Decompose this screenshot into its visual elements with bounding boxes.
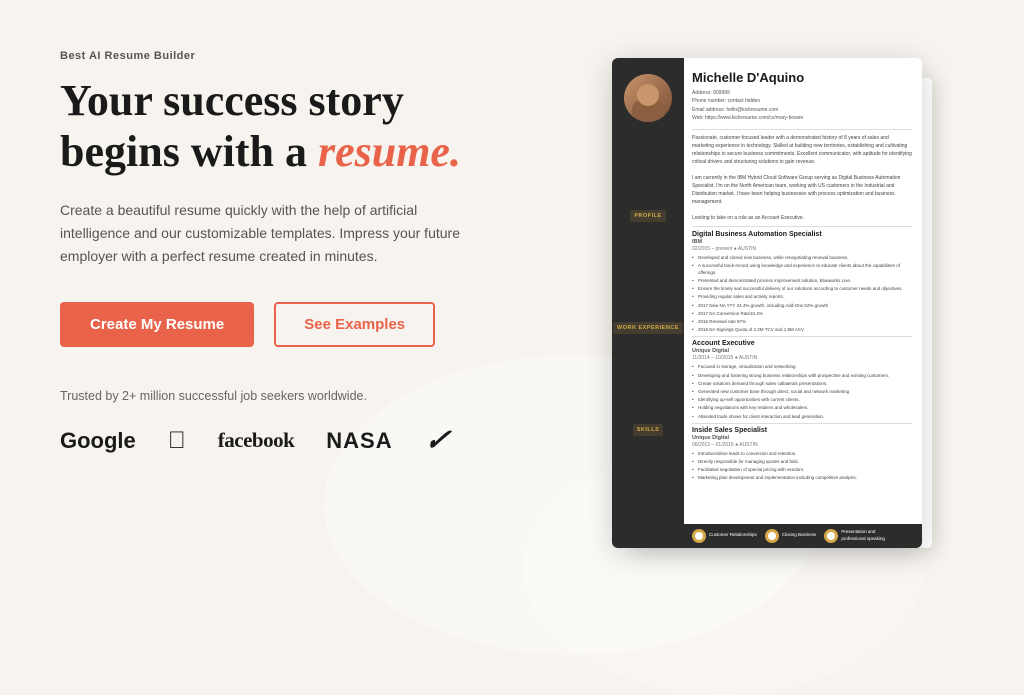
job-2: Account Executive Unique Digital 11/2014…	[692, 340, 912, 419]
profile-section-text: Passionate, customer-focused leader with…	[692, 134, 912, 222]
job-1-bullet-4: Ensure the timely and successful deliver…	[692, 285, 912, 292]
job-2-bullet-6: Holding negotiations with key retailers …	[692, 404, 912, 411]
resume-address: Address: 909999	[692, 89, 912, 98]
social-proof-text: Trusted by 2+ million successful job see…	[60, 389, 490, 403]
resume-wrapper: PROFILE WORK EXPERIENCE SKILLS Michelle …	[612, 58, 952, 568]
job-3-bullet-1: Introduce/drive leads to conversion and …	[692, 450, 912, 457]
apple-logo: 	[168, 427, 186, 455]
resume-preview-area: PROFILE WORK EXPERIENCE SKILLS Michelle …	[540, 0, 1024, 595]
resume-email: Email address: hello@kickresume.com	[692, 106, 912, 115]
job-1-bullet-6: 2017 New NA YTY 24.4% growth, including …	[692, 302, 912, 309]
resume-contact: Address: 909999 Phone number: contact hi…	[692, 89, 912, 123]
job-2-bullet-2: Developing and fostering strong business…	[692, 372, 912, 379]
resume-card: PROFILE WORK EXPERIENCE SKILLS Michelle …	[612, 58, 922, 548]
skills-bar: Customer Relationships Closing Business	[684, 524, 922, 548]
description: Create a beautiful resume quickly with t…	[60, 199, 480, 268]
skills-label: SKILLS	[633, 424, 664, 436]
job-1-bullet-7: 2017 NA Conversion Rate10.4%	[692, 310, 912, 317]
skill-3-icon-inner	[827, 532, 835, 540]
job-2-bullet-4: Generated new customer base through dire…	[692, 388, 912, 395]
left-panel: Best AI Resume Builder Your success stor…	[0, 0, 540, 595]
skill-1-icon	[692, 529, 706, 543]
job-2-bullet-1: Focused in storage, virtualization and n…	[692, 363, 912, 370]
job-1-bullet-9: 2016 NA Signings Quota of 2.2M TCV and 1…	[692, 326, 912, 333]
resume-name: Michelle D'Aquino	[692, 70, 912, 85]
skill-3-icon	[824, 529, 838, 543]
job-3-bullet-4: Marketing plan development and implement…	[692, 474, 912, 481]
cta-buttons: Create My Resume See Examples	[60, 302, 490, 347]
job-2-dates: 11/2014 – 10/2015 ● AUSTIN	[692, 355, 912, 361]
google-logo: Google	[60, 428, 136, 454]
job-1-bullet-5: Providing regular sales and activity rep…	[692, 293, 912, 300]
profile-label: PROFILE	[630, 210, 665, 222]
profile-p3: Looking to take on a role as an Account …	[692, 215, 804, 221]
job-2-bullet-7: Attended trade shows for client interact…	[692, 413, 912, 420]
job-2-company: Unique Digital	[692, 348, 912, 354]
resume-web: Web: https://www.kickresume.com/cv/mary-…	[692, 114, 912, 123]
job-3-company: Unique Digital	[692, 435, 912, 441]
divider-3	[692, 336, 912, 337]
headline-line2: begins with a	[60, 127, 307, 176]
skill-3-text: Presentation and professional speaking	[841, 529, 891, 542]
avatar	[624, 74, 672, 122]
tagline: Best AI Resume Builder	[60, 50, 490, 62]
headline-highlight: resume.	[318, 127, 461, 176]
work-label: WORK EXPERIENCE	[613, 322, 683, 334]
job-3-dates: 06/2013 – 01/2015 ● AUSTIN	[692, 442, 912, 448]
job-1: Digital Business Automation Specialist I…	[692, 231, 912, 334]
job-1-bullet-1: Developed and closed new business, while…	[692, 254, 912, 261]
divider-1	[692, 129, 912, 130]
job-1-bullet-8: 2016 Renewal rate 87%	[692, 318, 912, 325]
skill-3: Presentation and professional speaking	[824, 529, 891, 543]
job-2-bullet-3: Create solutions demand through sales ca…	[692, 380, 912, 387]
profile-p1: Passionate, customer-focused leader with…	[692, 135, 912, 165]
resume-main-content: Michelle D'Aquino Address: 909999 Phone …	[684, 58, 922, 524]
skill-2-icon	[765, 529, 779, 543]
job-1-bullet-3: Presented and demonstrated process impro…	[692, 277, 912, 284]
facebook-logo: facebook	[218, 428, 295, 453]
resume-sidebar: PROFILE WORK EXPERIENCE SKILLS	[612, 58, 684, 548]
see-examples-button[interactable]: See Examples	[274, 302, 435, 347]
skill-1-icon-inner	[695, 532, 703, 540]
divider-2	[692, 226, 912, 227]
nike-logo: ✓	[422, 423, 453, 458]
job-1-dates: 02/2015 – present ● AUSTIN	[692, 246, 912, 252]
job-2-bullet-5: Identifying up-sell opportunities with c…	[692, 396, 912, 403]
nasa-logo: NASA	[326, 428, 392, 454]
profile-p2: I am currently in the IBM Hybrid Cloud S…	[692, 175, 900, 205]
skill-2-text: Closing Business	[782, 532, 817, 538]
resume-phone: Phone number: contact hidden	[692, 97, 912, 106]
headline-line1: Your success story	[60, 76, 404, 125]
headline: Your success story begins with a resume.	[60, 76, 490, 177]
job-3-title: Inside Sales Specialist	[692, 427, 912, 434]
create-resume-button[interactable]: Create My Resume	[60, 302, 254, 347]
skill-1: Customer Relationships	[692, 529, 757, 543]
skill-1-text: Customer Relationships	[709, 532, 757, 538]
skill-2: Closing Business	[765, 529, 817, 543]
job-3-bullet-2: Directly responsible for managing quotes…	[692, 458, 912, 465]
job-1-title: Digital Business Automation Specialist	[692, 231, 912, 238]
job-1-company: IBM	[692, 239, 912, 245]
job-3: Inside Sales Specialist Unique Digital 0…	[692, 427, 912, 482]
brand-logos-row: Google  facebook NASA ✓	[60, 423, 490, 458]
job-3-bullet-3: Facilitated negotiation of special prici…	[692, 466, 912, 473]
job-2-title: Account Executive	[692, 340, 912, 347]
job-1-bullet-2: A successful track-record using knowledg…	[692, 262, 912, 276]
skill-2-icon-inner	[768, 532, 776, 540]
divider-4	[692, 423, 912, 424]
